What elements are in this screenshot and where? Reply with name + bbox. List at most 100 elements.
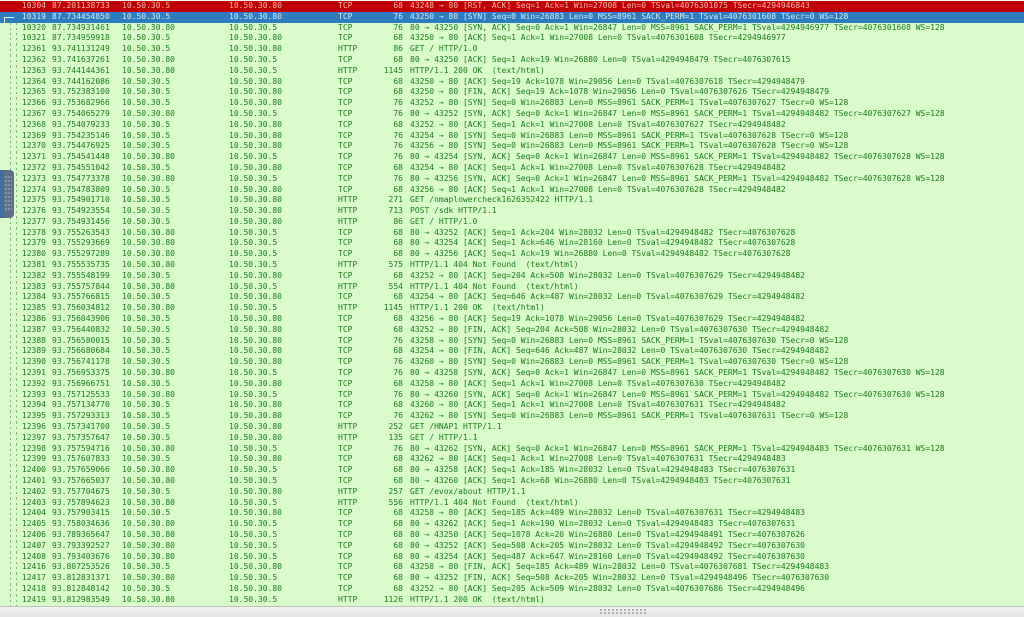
packet-length: 68 xyxy=(371,530,403,541)
packet-row[interactable]: 12407 93.793392527 10.50.30.80 10.50.30.… xyxy=(0,541,1024,552)
related-packets-gutter xyxy=(0,454,18,465)
packet-row[interactable]: 12365 93.752383100 10.50.30.5 10.50.30.8… xyxy=(0,87,1024,98)
packet-destination: 10.50.30.80 xyxy=(229,120,338,131)
packet-row[interactable]: 12394 93.757134770 10.50.30.5 10.50.30.8… xyxy=(0,400,1024,411)
packet-source: 10.50.30.80 xyxy=(122,530,229,541)
packet-row[interactable]: 10321 87.734959918 10.50.30.5 10.50.30.8… xyxy=(0,33,1024,44)
packet-row[interactable]: 12362 93.741637261 10.50.30.80 10.50.30.… xyxy=(0,55,1024,66)
packet-time: 93.754773378 xyxy=(52,174,120,185)
left-scroll-grip[interactable] xyxy=(0,170,14,218)
packet-row[interactable]: 12378 93.755263543 10.50.30.80 10.50.30.… xyxy=(0,228,1024,239)
packet-info: HTTP/1.1 200 OK (text/html) xyxy=(410,66,1024,77)
packet-row[interactable]: 12366 93.753682966 10.50.30.5 10.50.30.8… xyxy=(0,98,1024,109)
packet-row[interactable]: 12408 93.793403676 10.50.30.80 10.50.30.… xyxy=(0,552,1024,563)
packet-row[interactable]: 12397 93.757357647 10.50.30.5 10.50.30.8… xyxy=(0,433,1024,444)
packet-destination: 10.50.30.80 xyxy=(229,77,338,88)
packet-destination: 10.50.30.80 xyxy=(229,454,338,465)
packet-row[interactable]: 12386 93.756043906 10.50.30.5 10.50.30.8… xyxy=(0,314,1024,325)
packet-row[interactable]: 12384 93.755766815 10.50.30.5 10.50.30.8… xyxy=(0,293,1024,304)
packet-protocol: TCP xyxy=(338,573,371,584)
packet-row[interactable]: 12404 93.757903415 10.50.30.5 10.50.30.8… xyxy=(0,508,1024,519)
packet-row[interactable]: 12382 93.755548199 10.50.30.5 10.50.30.8… xyxy=(0,271,1024,282)
packet-row[interactable]: 12361 93.741131249 10.50.30.5 10.50.30.8… xyxy=(0,44,1024,55)
packet-protocol: TCP xyxy=(338,23,371,34)
related-packets-gutter xyxy=(0,476,18,487)
packet-length: 713 xyxy=(371,206,403,217)
packet-row[interactable]: 12369 93.754235146 10.50.30.5 10.50.30.8… xyxy=(0,131,1024,142)
packet-row[interactable]: 12393 93.757125533 10.50.30.80 10.50.30.… xyxy=(0,390,1024,401)
packet-info: 80 → 43250 [SYN, ACK] Seq=0 Ack=1 Win=26… xyxy=(410,23,1024,34)
packet-row[interactable]: 12364 93.744162086 10.50.30.5 10.50.30.8… xyxy=(0,77,1024,88)
packet-length: 68 xyxy=(371,55,403,66)
packet-row[interactable]: 12406 93.789365647 10.50.30.80 10.50.30.… xyxy=(0,530,1024,541)
packet-row[interactable]: 12388 93.756580015 10.50.30.5 10.50.30.8… xyxy=(0,336,1024,347)
packet-source: 10.50.30.80 xyxy=(122,595,229,606)
packet-row[interactable]: 12379 93.755293669 10.50.30.80 10.50.30.… xyxy=(0,239,1024,250)
packet-row[interactable]: 12368 93.754079233 10.50.30.5 10.50.30.8… xyxy=(0,120,1024,131)
packet-row[interactable]: 12392 93.756966751 10.50.30.5 10.50.30.8… xyxy=(0,379,1024,390)
packet-row[interactable]: 12391 93.756953375 10.50.30.80 10.50.30.… xyxy=(0,368,1024,379)
packet-source: 10.50.30.5 xyxy=(122,562,229,573)
packet-row[interactable]: 12383 93.755757844 10.50.30.80 10.50.30.… xyxy=(0,282,1024,293)
packet-info: 80 → 43260 [SYN, ACK] Seq=0 Ack=1 Win=26… xyxy=(410,390,1024,401)
packet-source: 10.50.30.5 xyxy=(122,87,229,98)
related-packets-gutter xyxy=(0,271,18,282)
packet-row[interactable]: 10320 87.734931461 10.50.30.80 10.50.30.… xyxy=(0,23,1024,34)
packet-row[interactable]: 12376 93.754923554 10.50.30.5 10.50.30.8… xyxy=(0,206,1024,217)
packet-row[interactable]: 10304 87.201138733 10.50.30.5 10.50.30.8… xyxy=(0,1,1024,12)
packet-row[interactable]: 12419 93.812983549 10.50.30.80 10.50.30.… xyxy=(0,595,1024,606)
packet-row[interactable]: 12398 93.757594716 10.50.30.80 10.50.30.… xyxy=(0,444,1024,455)
packet-row[interactable]: 12389 93.756680684 10.50.30.5 10.50.30.8… xyxy=(0,347,1024,358)
packet-time: 93.757357647 xyxy=(52,433,120,444)
related-packets-gutter xyxy=(0,530,18,541)
packet-row[interactable]: 12400 93.757659066 10.50.30.80 10.50.30.… xyxy=(0,465,1024,476)
packet-row[interactable]: 12403 93.757894623 10.50.30.80 10.50.30.… xyxy=(0,498,1024,509)
grip-dots-icon xyxy=(5,176,12,212)
packet-number: 12372 xyxy=(18,163,46,174)
packet-row[interactable]: 12387 93.756440832 10.50.30.5 10.50.30.8… xyxy=(0,325,1024,336)
packet-length: 68 xyxy=(371,476,403,487)
packet-row[interactable]: 12396 93.757341700 10.50.30.5 10.50.30.8… xyxy=(0,422,1024,433)
packet-info: HTTP/1.1 200 OK (text/html) xyxy=(410,303,1024,314)
related-packets-gutter xyxy=(0,498,18,509)
packet-row[interactable]: 12401 93.757665037 10.50.30.80 10.50.30.… xyxy=(0,476,1024,487)
packet-destination: 10.50.30.80 xyxy=(229,98,338,109)
packet-row[interactable]: 12380 93.755297289 10.50.30.80 10.50.30.… xyxy=(0,249,1024,260)
packet-row[interactable]: 12405 93.758034636 10.50.30.80 10.50.30.… xyxy=(0,519,1024,530)
packet-row[interactable]: 12417 93.812831371 10.50.30.80 10.50.30.… xyxy=(0,573,1024,584)
packet-destination: 10.50.30.5 xyxy=(229,595,338,606)
packet-number: 12417 xyxy=(18,573,46,584)
packet-time: 93.757341700 xyxy=(52,422,120,433)
packet-row[interactable]: 10319 87.734454850 10.50.30.5 10.50.30.8… xyxy=(0,12,1024,23)
packet-number: 12374 xyxy=(18,185,46,196)
packet-row[interactable]: 12385 93.756034812 10.50.30.80 10.50.30.… xyxy=(0,303,1024,314)
packet-source: 10.50.30.5 xyxy=(122,293,229,304)
packet-row[interactable]: 12367 93.754065279 10.50.30.80 10.50.30.… xyxy=(0,109,1024,120)
packet-destination: 10.50.30.5 xyxy=(229,228,338,239)
packet-row[interactable]: 12395 93.757293313 10.50.30.5 10.50.30.8… xyxy=(0,411,1024,422)
splitter-drag-handle-icon[interactable] xyxy=(600,609,648,615)
packet-row[interactable]: 12363 93.744144361 10.50.30.80 10.50.30.… xyxy=(0,66,1024,77)
packet-row[interactable]: 12418 93.812848142 10.50.30.5 10.50.30.8… xyxy=(0,584,1024,595)
related-packets-gutter xyxy=(0,562,18,573)
packet-time: 93.755757844 xyxy=(52,282,120,293)
packet-number: 12405 xyxy=(18,519,46,530)
packet-protocol: HTTP xyxy=(338,595,371,606)
packet-row[interactable]: 12381 93.755535735 10.50.30.80 10.50.30.… xyxy=(0,260,1024,271)
packet-time: 93.812848142 xyxy=(52,584,120,595)
packet-number: 12371 xyxy=(18,152,46,163)
packet-info: GET / HTTP/1.0 xyxy=(410,217,1024,228)
packet-time: 93.789365647 xyxy=(52,530,120,541)
packet-row[interactable]: 12390 93.756741178 10.50.30.5 10.50.30.8… xyxy=(0,357,1024,368)
packet-row[interactable]: 12371 93.754541448 10.50.30.80 10.50.30.… xyxy=(0,152,1024,163)
packet-row[interactable]: 12375 93.754901710 10.50.30.5 10.50.30.8… xyxy=(0,195,1024,206)
packet-row[interactable]: 12399 93.757607833 10.50.30.5 10.50.30.8… xyxy=(0,454,1024,465)
packet-row[interactable]: 12374 93.754783809 10.50.30.5 10.50.30.8… xyxy=(0,185,1024,196)
packet-row[interactable]: 12372 93.754551042 10.50.30.5 10.50.30.8… xyxy=(0,163,1024,174)
packet-row[interactable]: 12373 93.754773378 10.50.30.80 10.50.30.… xyxy=(0,174,1024,185)
packet-row[interactable]: 12370 93.754476925 10.50.30.5 10.50.30.8… xyxy=(0,141,1024,152)
packet-time: 93.757125533 xyxy=(52,390,120,401)
packet-row[interactable]: 12377 93.754931456 10.50.30.5 10.50.30.8… xyxy=(0,217,1024,228)
packet-row[interactable]: 12402 93.757704675 10.50.30.5 10.50.30.8… xyxy=(0,487,1024,498)
packet-row[interactable]: 12416 93.807253526 10.50.30.5 10.50.30.8… xyxy=(0,562,1024,573)
